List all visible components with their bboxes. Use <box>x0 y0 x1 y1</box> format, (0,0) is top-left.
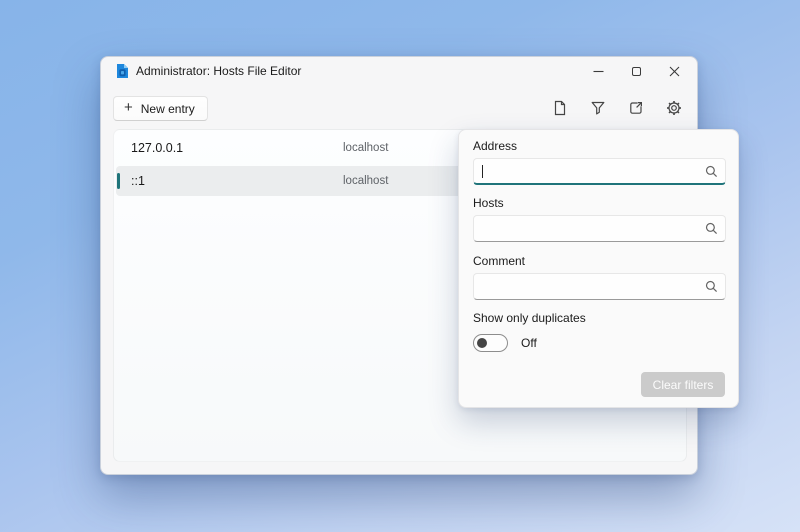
open-external-icon <box>628 100 644 116</box>
filter-button[interactable] <box>589 99 606 116</box>
close-button[interactable] <box>655 57 693 85</box>
entry-address: ::1 <box>131 174 145 188</box>
new-entry-label: New entry <box>141 102 195 116</box>
filter-icon <box>590 100 606 116</box>
maximize-button[interactable] <box>617 57 655 85</box>
app-icon <box>116 63 129 79</box>
entry-hosts: localhost <box>343 175 388 187</box>
title-bar[interactable]: Administrator: Hosts File Editor <box>101 57 697 85</box>
text-caret <box>482 165 483 178</box>
filter-flyout: Address Hosts Comment Show only duplicat… <box>458 129 739 408</box>
desktop-background: Administrator: Hosts File Editor + <box>0 0 800 532</box>
open-external-button[interactable] <box>627 99 644 116</box>
settings-button[interactable] <box>665 99 682 116</box>
window-title: Administrator: Hosts File Editor <box>136 64 301 78</box>
toggle-knob-icon <box>477 338 487 348</box>
maximize-icon <box>632 67 641 76</box>
new-file-button[interactable] <box>551 99 568 116</box>
address-filter-input[interactable] <box>473 158 726 185</box>
search-icon <box>705 280 718 293</box>
settings-icon <box>666 100 682 116</box>
close-icon <box>669 66 680 77</box>
plus-icon: + <box>124 100 133 115</box>
duplicates-label: Show only duplicates <box>473 311 586 325</box>
entry-hosts: localhost <box>343 142 388 154</box>
selection-accent-bar <box>117 173 120 189</box>
new-file-icon <box>552 100 568 116</box>
minimize-button[interactable] <box>579 57 617 85</box>
toggle-state-label: Off <box>521 336 537 350</box>
comment-label: Comment <box>473 254 525 268</box>
entry-address: 127.0.0.1 <box>131 141 183 155</box>
comment-filter-input[interactable] <box>473 273 726 300</box>
new-entry-button[interactable]: + New entry <box>113 96 208 121</box>
address-label: Address <box>473 139 517 153</box>
hosts-filter-input[interactable] <box>473 215 726 242</box>
minimize-icon <box>593 66 604 77</box>
clear-filters-button[interactable]: Clear filters <box>641 372 725 397</box>
search-icon <box>705 222 718 235</box>
duplicates-toggle[interactable] <box>473 334 508 352</box>
hosts-label: Hosts <box>473 196 504 210</box>
search-icon <box>705 165 718 178</box>
